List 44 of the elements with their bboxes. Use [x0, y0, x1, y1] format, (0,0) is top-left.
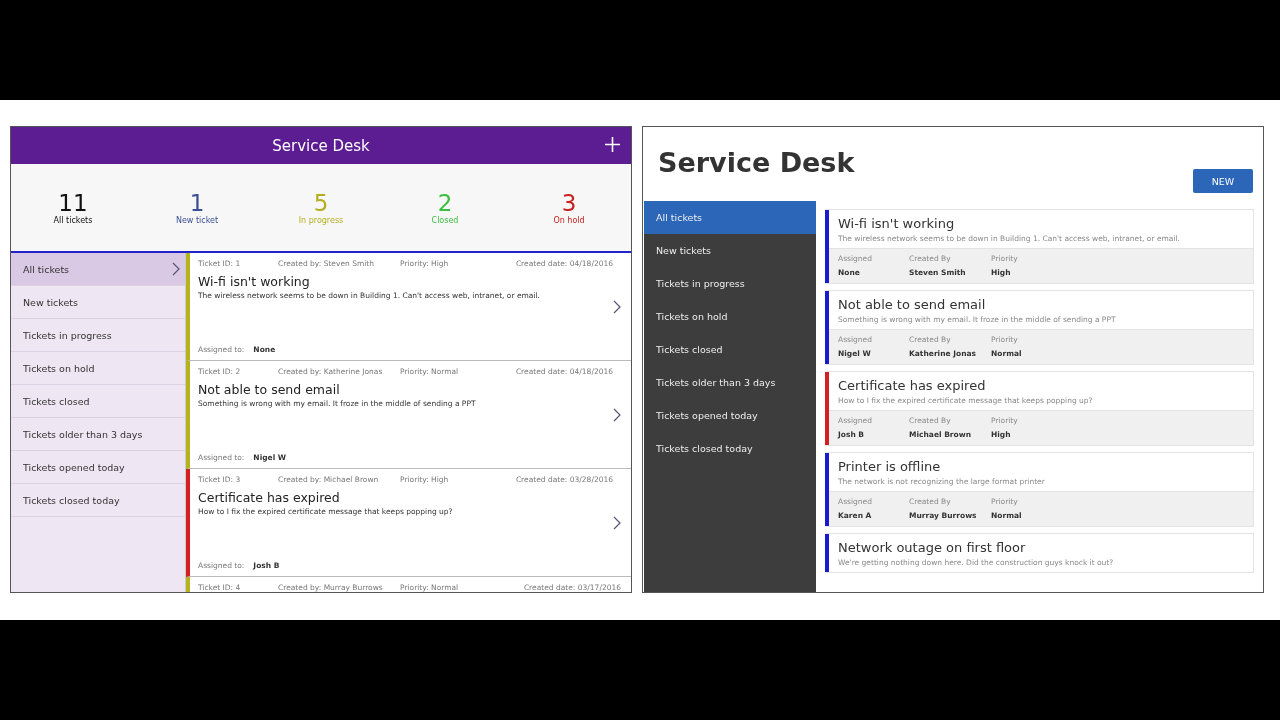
sidebar-item[interactable]: Tickets closed today	[11, 484, 185, 517]
sidebar-item[interactable]: Tickets in progress	[644, 267, 816, 300]
stat-label: In progress	[298, 216, 344, 225]
app-title: Service Desk	[272, 136, 370, 155]
stat-label: All tickets	[53, 216, 93, 225]
stat-count: 11	[58, 190, 88, 216]
sidebar-item[interactable]: Tickets closed today	[644, 432, 816, 465]
sidebar-item[interactable]: Tickets opened today	[11, 451, 185, 484]
sidebar-item[interactable]: New tickets	[11, 286, 185, 319]
sidebar-item[interactable]: Tickets on hold	[644, 300, 816, 333]
chevron-icon	[613, 515, 621, 530]
ticket-title: Wi-fi isn't working	[198, 274, 311, 289]
stat-count: 1	[189, 190, 205, 216]
stat-label: Closed	[431, 216, 459, 225]
stat-count: 3	[561, 190, 577, 216]
chevron-icon	[613, 299, 621, 314]
sidebar-item[interactable]: Tickets opened today	[644, 399, 816, 432]
stat-count: 2	[437, 190, 453, 216]
sidebar-item[interactable]: All tickets	[644, 201, 816, 234]
sidebar-item[interactable]: Tickets older than 3 days	[11, 418, 185, 451]
plus-icon	[605, 137, 620, 152]
chevron-icon	[172, 262, 180, 276]
sidebar-item[interactable]: All tickets	[11, 253, 185, 286]
ticket-title: Wi-fi isn't working	[838, 216, 956, 231]
add-button[interactable]	[605, 137, 620, 152]
ticket-title: Certificate has expired	[198, 490, 341, 505]
sidebar-item[interactable]: Tickets closed	[644, 333, 816, 366]
sidebar-item[interactable]: Tickets closed	[11, 385, 185, 418]
ticket-title: Printer is offline	[838, 459, 942, 474]
ticket-title: Not able to send email	[198, 382, 341, 397]
chevron-icon	[613, 407, 621, 422]
ticket-title: Certificate has expired	[838, 378, 987, 393]
stat-count: 5	[313, 190, 329, 216]
sidebar-item[interactable]: Tickets on hold	[11, 352, 185, 385]
app-title: Service Desk	[658, 147, 855, 178]
sidebar-item[interactable]: Tickets in progress	[11, 319, 185, 352]
stat-label: New ticket	[175, 216, 219, 225]
new-button[interactable]: NEW	[1193, 169, 1253, 193]
ticket-title: Not able to send email	[838, 297, 987, 312]
ticket-card[interactable]	[186, 253, 631, 361]
ticket-title: Network outage on first floor	[838, 540, 1027, 555]
sidebar-item[interactable]: Tickets older than 3 days	[644, 366, 816, 399]
stat-label: On hold	[553, 216, 585, 225]
sidebar-item[interactable]: New tickets	[644, 234, 816, 267]
